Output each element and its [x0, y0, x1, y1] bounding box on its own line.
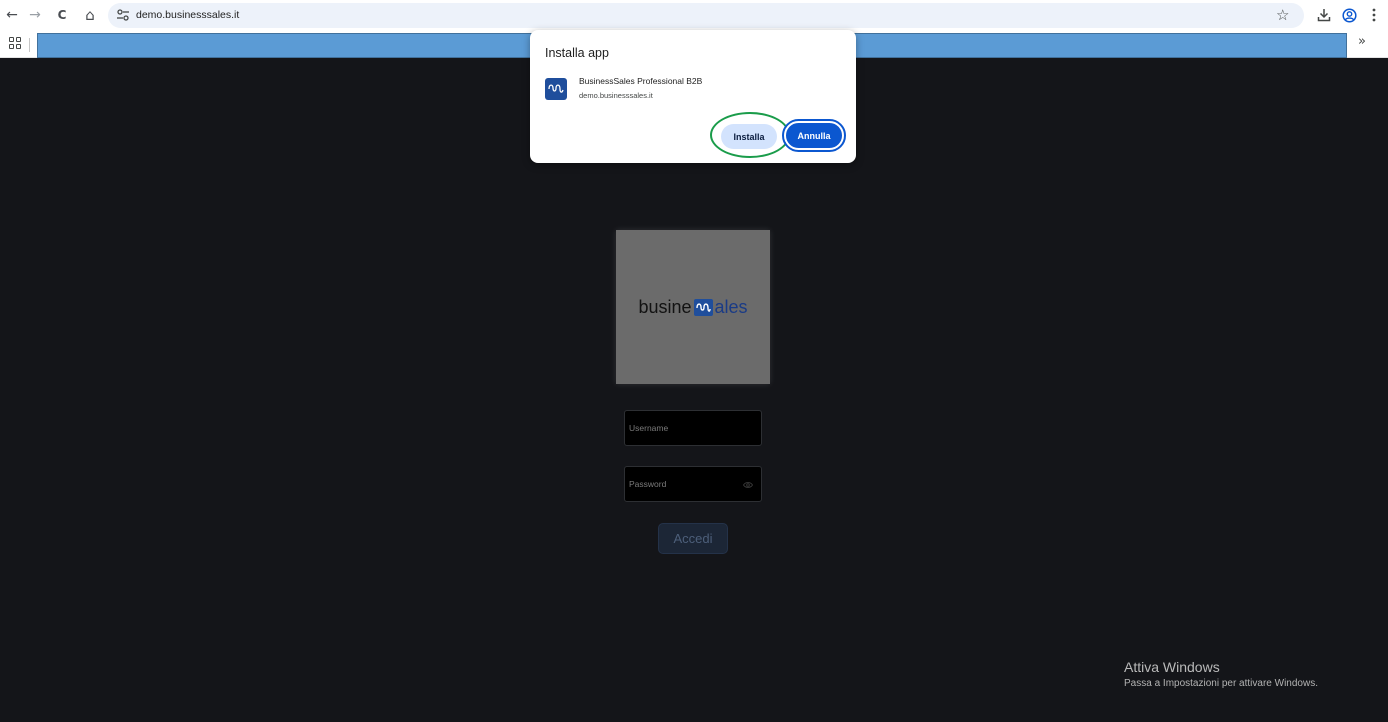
forward-arrow-icon: →: [29, 7, 41, 23]
logo-text-left: busine: [638, 297, 692, 317]
reload-icon: C: [57, 8, 67, 22]
password-input[interactable]: [625, 467, 761, 501]
profile-button[interactable]: [1339, 5, 1359, 25]
install-app-dialog: Installa app BusinessSales Professional …: [530, 30, 856, 163]
downloads-button[interactable]: [1314, 5, 1334, 25]
forward-button[interactable]: →: [25, 5, 45, 25]
logo-wordmark: busine ales: [616, 297, 770, 318]
reload-button[interactable]: C: [52, 5, 72, 25]
username-field[interactable]: [624, 410, 762, 446]
windows-activation-subtitle: Passa a Impostazioni per attivare Window…: [1124, 678, 1318, 689]
apps-grid-icon[interactable]: [9, 37, 21, 49]
app-origin: demo.businesssales.it: [579, 91, 653, 100]
profile-avatar-icon: [1341, 7, 1357, 23]
address-bar[interactable]: demo.businesssales.it: [108, 3, 1304, 28]
app-logo-wave-icon: [548, 84, 564, 93]
bookmark-star-icon[interactable]: ☆: [1276, 5, 1289, 25]
app-icon: [545, 78, 567, 100]
home-button[interactable]: ⌂: [80, 5, 100, 25]
logo-text-right: ales: [714, 297, 748, 317]
app-name: BusinessSales Professional B2B: [579, 76, 703, 86]
bookmarks-overflow-icon[interactable]: »: [1358, 34, 1366, 49]
back-arrow-icon: ←: [6, 7, 18, 23]
url-text[interactable]: demo.businesssales.it: [136, 3, 239, 28]
username-input[interactable]: [625, 411, 761, 445]
bookmarks-divider: [29, 38, 30, 52]
cancel-button[interactable]: Annulla: [782, 119, 846, 152]
more-vertical-icon: [1372, 8, 1376, 22]
dialog-title: Installa app: [545, 46, 609, 60]
browser-menu-button[interactable]: [1364, 5, 1384, 25]
company-logo: busine ales: [616, 230, 770, 384]
site-settings-icon[interactable]: [116, 8, 130, 22]
install-button[interactable]: Installa: [721, 124, 777, 149]
browser-toolbar: ← → C ⌂ demo.businesssales.it ☆: [0, 0, 1388, 31]
logo-mark-icon: [693, 299, 713, 316]
home-icon: ⌂: [85, 5, 95, 24]
login-button[interactable]: Accedi: [658, 523, 728, 554]
back-button[interactable]: ←: [2, 5, 22, 25]
download-icon: [1317, 9, 1331, 22]
password-field[interactable]: [624, 466, 762, 502]
show-password-eye-icon[interactable]: [743, 481, 753, 489]
windows-activation-title: Attiva Windows: [1124, 659, 1220, 675]
